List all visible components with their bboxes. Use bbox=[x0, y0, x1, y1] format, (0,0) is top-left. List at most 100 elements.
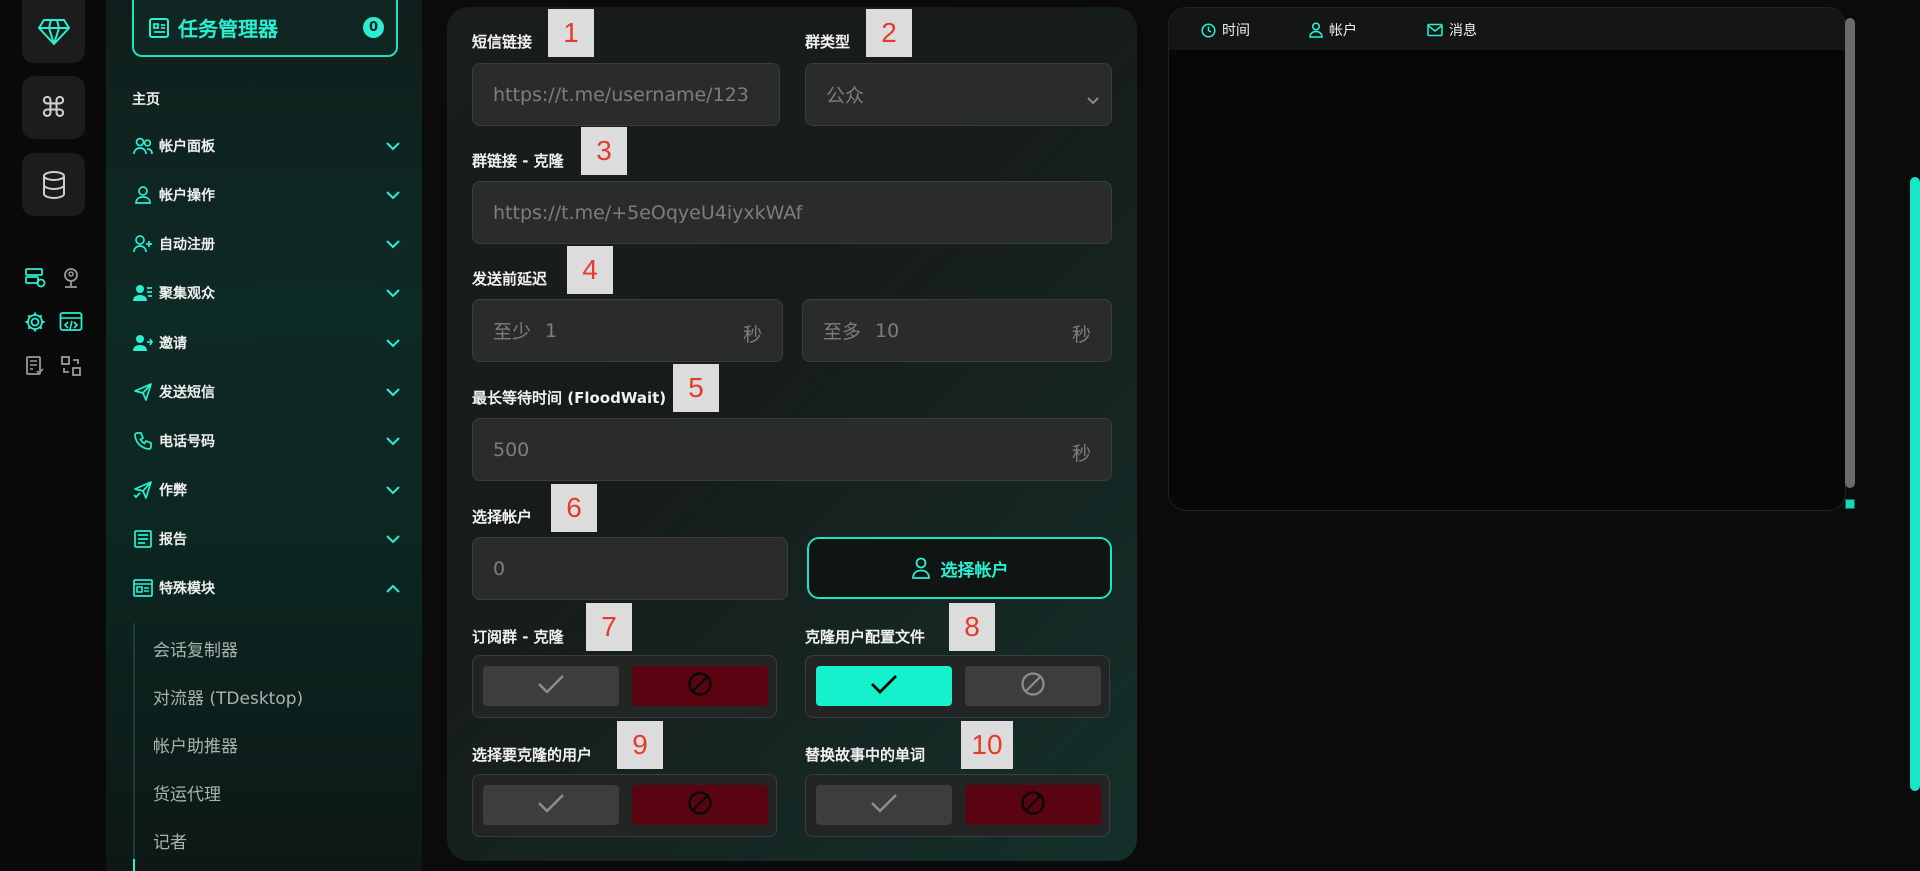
sub-item-account-booster[interactable]: 帐户助推器 bbox=[153, 732, 238, 757]
nav-item-special-modules[interactable]: 特殊模块 bbox=[132, 576, 404, 600]
group-link-placeholder: https://t.me/+5eOqyeU4iyxkWAf bbox=[493, 201, 803, 224]
user-icon bbox=[132, 185, 154, 205]
yes-button[interactable] bbox=[816, 785, 952, 825]
diamond-icon-button[interactable] bbox=[22, 0, 85, 63]
clone-profile-label: 克隆用户配置文件 bbox=[805, 628, 926, 646]
nav-item-label: 作弊 bbox=[159, 483, 187, 499]
nav-item-invite[interactable]: 邀请 bbox=[132, 331, 404, 355]
sub-item-converter[interactable]: 对流器 (TDesktop) bbox=[153, 684, 303, 709]
yes-button[interactable] bbox=[816, 666, 952, 706]
log-column-account[interactable]: 帐户 bbox=[1309, 20, 1357, 40]
nav-item-account-panel[interactable]: 帐户面板 bbox=[132, 134, 404, 158]
delay-max-label: 至多 bbox=[823, 321, 862, 343]
module-icon bbox=[132, 578, 154, 598]
sub-item-session-copier[interactable]: 会话复制器 bbox=[153, 636, 238, 661]
log-column-message[interactable]: 消息 bbox=[1427, 20, 1477, 40]
log-scrollbar[interactable] bbox=[1845, 18, 1855, 488]
task-count-badge: 0 bbox=[363, 17, 384, 38]
checklist-icon[interactable] bbox=[22, 353, 48, 379]
command-icon: ⌘ bbox=[39, 91, 68, 124]
flood-wait-input[interactable]: 500 秒 bbox=[472, 418, 1112, 481]
log-column-time[interactable]: 时间 bbox=[1201, 20, 1250, 40]
resize-handle[interactable] bbox=[1845, 499, 1855, 509]
diamond-icon bbox=[37, 18, 70, 45]
sub-item-reporter[interactable]: 记者 bbox=[153, 828, 187, 853]
send-icon bbox=[132, 382, 154, 402]
database-button[interactable] bbox=[22, 153, 85, 216]
nav-item-label: 邀请 bbox=[159, 336, 187, 352]
sms-link-input[interactable]: https://t.me/username/123 bbox=[472, 63, 780, 126]
nav-item-cheat[interactable]: 作弊 bbox=[132, 478, 404, 502]
task-manager-button[interactable]: 任务管理器 0 bbox=[132, 0, 398, 57]
log-header: 时间 帐户 消息 bbox=[1169, 8, 1845, 50]
nav-item-auto-register[interactable]: 自动注册 bbox=[132, 232, 404, 256]
nav-item-gather-audience[interactable]: 聚集观众 bbox=[132, 281, 404, 305]
mail-icon bbox=[1427, 23, 1443, 37]
users-group-icon bbox=[132, 283, 154, 303]
clock-icon bbox=[1201, 22, 1216, 38]
group-type-select[interactable]: 公众 bbox=[805, 63, 1112, 126]
group-link-input[interactable]: https://t.me/+5eOqyeU4iyxkWAf bbox=[472, 181, 1112, 244]
nav-item-label: 聚集观众 bbox=[159, 286, 215, 302]
nav-item-label: 发送短信 bbox=[159, 385, 215, 401]
sms-link-label: 短信链接 bbox=[472, 33, 533, 51]
no-button[interactable] bbox=[965, 785, 1101, 825]
nav-item-send-sms[interactable]: 发送短信 bbox=[132, 380, 404, 404]
server-settings-icon[interactable] bbox=[22, 265, 48, 291]
user-pin-icon[interactable] bbox=[58, 265, 84, 291]
annotation-number: 8 bbox=[949, 603, 995, 651]
annotation-number: 4 bbox=[567, 246, 613, 294]
check-icon bbox=[537, 793, 565, 817]
sub-item-forwarder[interactable]: 货运代理 bbox=[153, 780, 221, 805]
report-icon bbox=[132, 529, 154, 549]
annotation-number: 10 bbox=[961, 721, 1013, 769]
flood-wait-value: 500 bbox=[493, 438, 530, 461]
nav-item-label: 特殊模块 bbox=[159, 581, 215, 597]
task-manager-label: 任务管理器 bbox=[178, 17, 278, 41]
chevron-down-icon bbox=[386, 237, 400, 253]
no-button[interactable] bbox=[965, 666, 1101, 706]
chevron-down-icon bbox=[386, 483, 400, 499]
page-scrollbar-thumb[interactable] bbox=[1910, 177, 1920, 791]
no-button[interactable] bbox=[632, 666, 768, 706]
command-button[interactable]: ⌘ bbox=[22, 76, 85, 139]
select-account-button[interactable]: 选择帐户 bbox=[807, 537, 1112, 599]
select-clone-users-label: 选择要克隆的用户 bbox=[472, 746, 593, 764]
chevron-down-icon bbox=[386, 385, 400, 401]
sms-link-placeholder: https://t.me/username/123 bbox=[493, 83, 749, 106]
user-invite-icon bbox=[132, 333, 154, 353]
icon-rail: ⌘ bbox=[0, 0, 106, 871]
annotation-number: 6 bbox=[551, 484, 597, 532]
send-check-icon bbox=[132, 480, 154, 500]
chevron-down-icon bbox=[386, 139, 400, 155]
no-button[interactable] bbox=[632, 785, 768, 825]
log-column-label: 消息 bbox=[1449, 23, 1477, 39]
delay-max-unit: 秒 bbox=[1071, 324, 1091, 346]
chevron-down-icon bbox=[386, 286, 400, 302]
yes-button[interactable] bbox=[483, 666, 619, 706]
delay-max-input[interactable]: 至多 10 秒 bbox=[802, 299, 1112, 362]
annotation-number: 5 bbox=[673, 364, 719, 412]
chevron-down-icon bbox=[386, 434, 400, 450]
select-account-label: 选择帐户 bbox=[472, 508, 533, 526]
account-count-input[interactable]: 0 bbox=[472, 537, 788, 600]
nav-item-label: 帐户面板 bbox=[159, 139, 215, 155]
phone-icon bbox=[132, 431, 154, 451]
delay-max-value: 10 bbox=[875, 319, 900, 342]
nav-home[interactable]: 主页 bbox=[132, 89, 160, 109]
yes-button[interactable] bbox=[483, 785, 619, 825]
replace-story-words-label: 替换故事中的单词 bbox=[805, 746, 926, 764]
replace-story-words-toggle bbox=[805, 774, 1110, 837]
code-window-icon[interactable] bbox=[58, 309, 84, 335]
gear-icon[interactable] bbox=[22, 309, 48, 335]
chevron-down-icon bbox=[386, 532, 400, 548]
sidebar: 任务管理器 0 主页 帐户面板 帐户操作 自动注册 聚集观众 邀请 发送短信 电… bbox=[106, 0, 422, 871]
flood-wait-unit: 秒 bbox=[1071, 443, 1091, 465]
nav-item-phone-numbers[interactable]: 电话号码 bbox=[132, 429, 404, 453]
nav-item-report[interactable]: 报告 bbox=[132, 527, 404, 551]
annotation-number: 9 bbox=[617, 721, 663, 769]
transfer-icon[interactable] bbox=[58, 353, 84, 379]
nav-item-account-operations[interactable]: 帐户操作 bbox=[132, 183, 404, 207]
delay-min-input[interactable]: 至少 1 秒 bbox=[472, 299, 783, 362]
nav-item-label: 报告 bbox=[159, 532, 187, 548]
